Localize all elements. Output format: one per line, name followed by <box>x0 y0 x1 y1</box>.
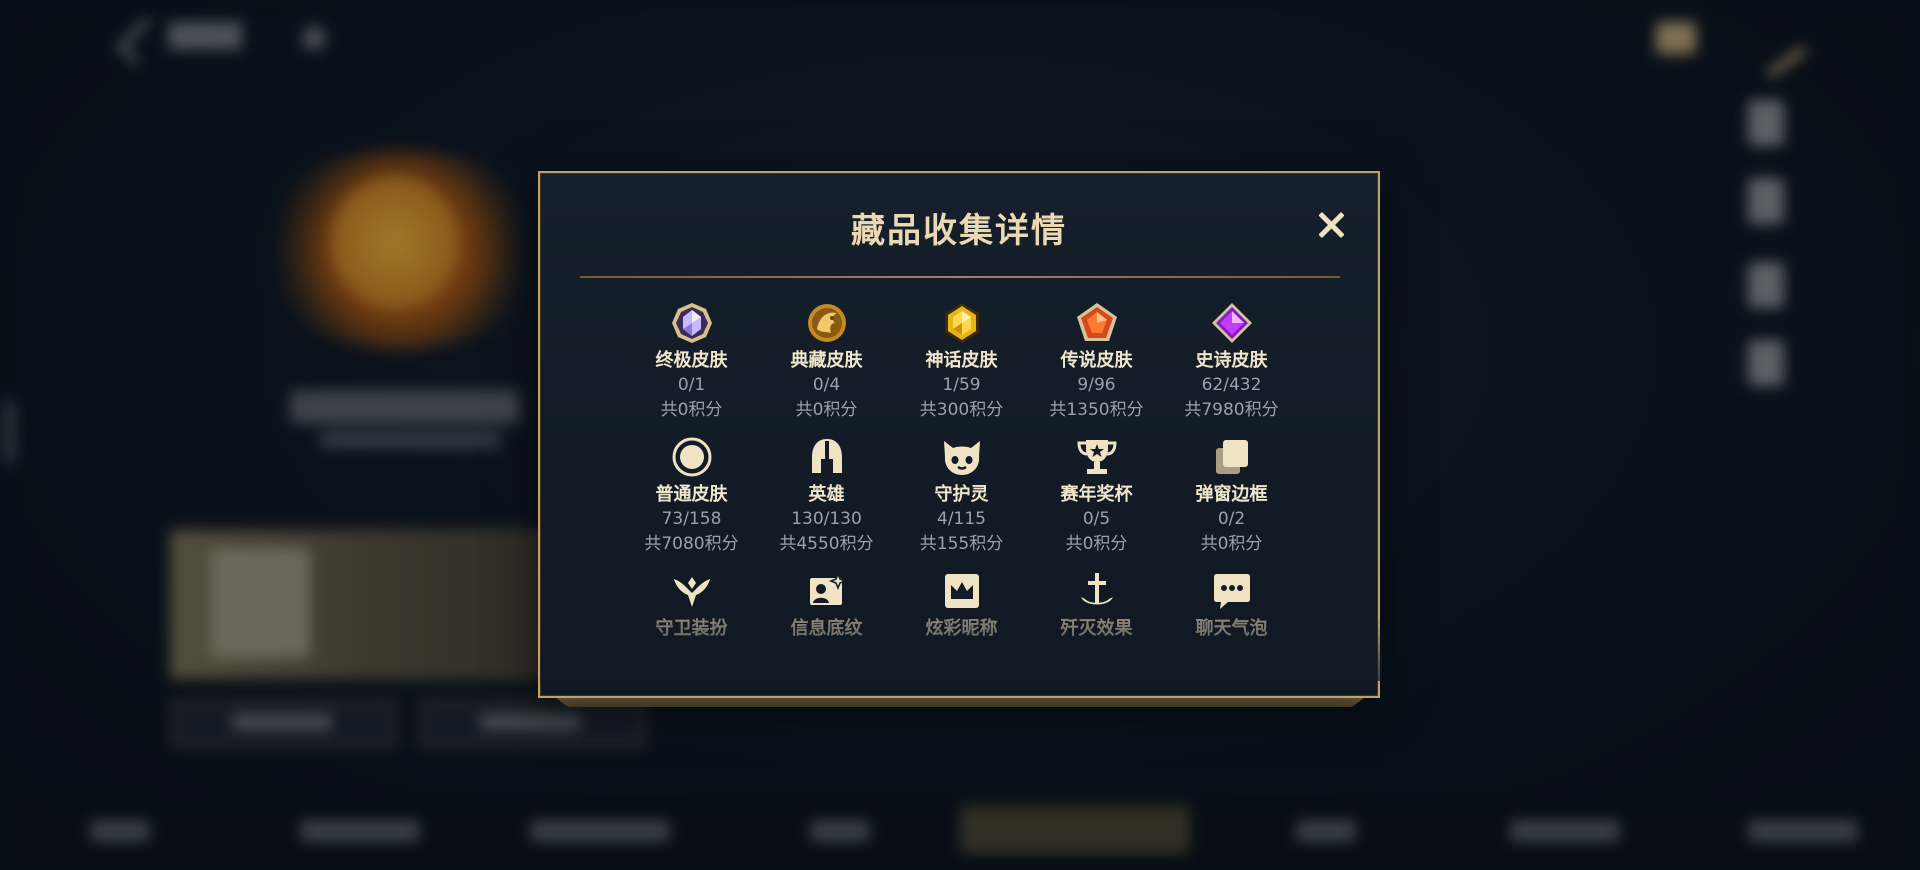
close-icon[interactable] <box>1313 207 1349 243</box>
item-name: 终极皮肤 <box>655 350 728 371</box>
item-count: 0/1 <box>677 375 706 395</box>
item-name: 炫彩昵称 <box>925 618 998 639</box>
popup-frame-icon <box>1215 440 1248 474</box>
modal-base-trim <box>556 698 1364 707</box>
item-count: 0/5 <box>1082 509 1111 529</box>
item-points: 共0积分 <box>1200 534 1263 554</box>
item-count: 1/59 <box>942 375 981 395</box>
item-points: 共155积分 <box>919 534 1004 554</box>
item-name: 赛年奖杯 <box>1060 484 1133 505</box>
prestige-skin-icon <box>807 304 846 342</box>
item-name: 史诗皮肤 <box>1195 350 1268 371</box>
collection-item-champion[interactable]: 英雄 130/130 共4550积分 <box>759 435 894 557</box>
collection-item-legendary-skin[interactable]: 传说皮肤 9/96 共1350积分 <box>1029 301 1164 423</box>
item-name: 普通皮肤 <box>655 484 728 505</box>
chat-bubble-icon <box>1213 574 1250 609</box>
item-points: 共0积分 <box>1065 534 1128 554</box>
elimination-effect-icon <box>1080 573 1113 605</box>
item-name: 守护灵 <box>934 484 989 505</box>
collection-item-prestige-skin[interactable]: 典藏皮肤 0/4 共0积分 <box>759 301 894 423</box>
item-name: 典藏皮肤 <box>790 350 863 371</box>
item-points: 共1350积分 <box>1049 400 1144 420</box>
item-count: 73/158 <box>661 509 722 529</box>
item-count: 4/115 <box>937 509 986 529</box>
collection-details-modal: 藏品收集详情 终极皮肤 0/1 共0积分 典藏皮肤 0/4 共0积分 神话皮肤 … <box>538 171 1382 698</box>
collection-item-elimination-effect[interactable]: 歼灭效果 <box>1029 569 1164 641</box>
collection-item-mythic-skin[interactable]: 神话皮肤 1/59 共300积分 <box>894 301 1029 423</box>
epic-skin-icon <box>1211 303 1252 343</box>
collection-item-ultimate-skin[interactable]: 终极皮肤 0/1 共0积分 <box>624 301 759 423</box>
item-name: 聊天气泡 <box>1195 618 1268 639</box>
collection-item-chat-bubble[interactable]: 聊天气泡 <box>1164 569 1299 641</box>
item-count: 62/432 <box>1201 375 1262 395</box>
collection-grid[interactable]: 终极皮肤 0/1 共0积分 典藏皮肤 0/4 共0积分 神话皮肤 1/59 共3… <box>540 301 1382 681</box>
guardian-spirit-icon <box>943 441 980 475</box>
item-name: 弹窗边框 <box>1195 484 1268 505</box>
modal-title: 藏品收集详情 <box>851 211 1067 251</box>
collection-item-profile-banner[interactable]: 信息底纹 <box>759 569 894 641</box>
collection-item-epic-skin[interactable]: 史诗皮肤 62/432 共7980积分 <box>1164 301 1299 423</box>
colorful-nickname-icon <box>944 574 979 608</box>
item-name: 神话皮肤 <box>925 350 998 371</box>
item-name: 信息底纹 <box>790 618 863 639</box>
collection-item-standard-skin[interactable]: 普通皮肤 73/158 共7080积分 <box>624 435 759 557</box>
ward-skin-icon <box>673 577 710 607</box>
mythic-skin-icon <box>944 303 979 343</box>
item-count: 130/130 <box>791 509 862 529</box>
item-points: 共7080积分 <box>644 534 739 554</box>
item-points: 共0积分 <box>660 400 723 420</box>
item-points: 共0积分 <box>795 400 858 420</box>
item-count: 9/96 <box>1077 375 1116 395</box>
standard-skin-icon <box>672 437 711 477</box>
item-count: 0/4 <box>812 375 841 395</box>
collection-item-season-trophy[interactable]: 赛年奖杯 0/5 共0积分 <box>1029 435 1164 557</box>
collection-item-guardian-spirit[interactable]: 守护灵 4/115 共155积分 <box>894 435 1029 557</box>
item-name: 歼灭效果 <box>1060 618 1133 639</box>
collection-item-colorful-nickname[interactable]: 炫彩昵称 <box>894 569 1029 641</box>
ultimate-skin-icon <box>671 303 712 343</box>
item-points: 共4550积分 <box>779 534 874 554</box>
item-points: 共7980积分 <box>1184 400 1279 420</box>
title-divider <box>580 276 1340 278</box>
collection-item-popup-frame[interactable]: 弹窗边框 0/2 共0积分 <box>1164 435 1299 557</box>
item-count: 0/2 <box>1217 509 1246 529</box>
collection-item-ward-skin[interactable]: 守卫装扮 <box>624 569 759 641</box>
season-trophy-icon <box>1076 440 1117 474</box>
legendary-skin-icon <box>1076 303 1117 341</box>
item-name: 传说皮肤 <box>1060 350 1133 371</box>
champion-helmet-icon <box>811 439 842 473</box>
item-points: 共300积分 <box>919 400 1004 420</box>
item-name: 守卫装扮 <box>655 618 728 639</box>
profile-banner-icon <box>809 571 847 605</box>
item-name: 英雄 <box>808 484 845 505</box>
